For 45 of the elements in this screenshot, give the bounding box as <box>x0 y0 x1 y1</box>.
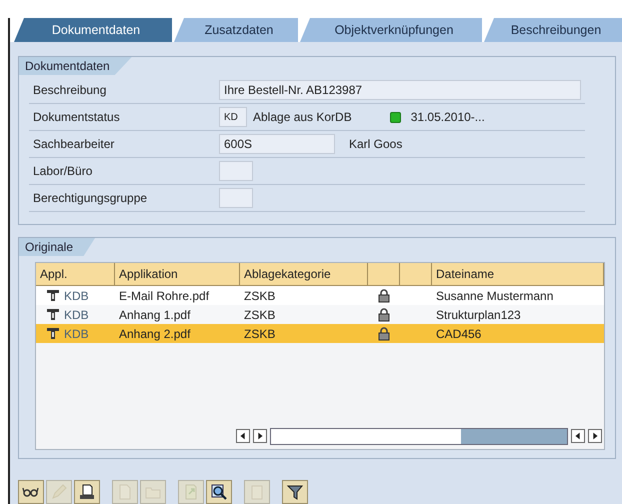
table-cell-text: CAD456 <box>435 326 482 342</box>
toolbar-button[interactable] <box>206 480 232 504</box>
input-field[interactable]: KD <box>219 107 247 127</box>
toolbar-button[interactable] <box>18 480 44 504</box>
column-header[interactable]: Appl. <box>36 263 115 286</box>
field-label: Dokumentstatus <box>32 110 121 124</box>
table-cell-text: ZSKB <box>243 306 276 324</box>
table-cell-text: Anhang 1.pdf <box>118 306 192 324</box>
table-cell-text: E-Mail Rohre.pdf <box>118 288 210 304</box>
column-header[interactable]: Dateiname <box>432 263 604 286</box>
input-field[interactable]: 600S <box>219 134 335 154</box>
input-field[interactable] <box>219 161 253 181</box>
magnifier-icon <box>209 482 229 502</box>
field-label: Beschreibung <box>32 83 108 97</box>
table-row[interactable]: KDB Anhang 2.pdf ZSKB CAD456 <box>36 324 604 343</box>
tab[interactable]: Zusatzdaten <box>174 18 298 42</box>
tab[interactable]: Beschreibungen <box>484 18 622 42</box>
field-label: Labor/Büro <box>32 164 94 178</box>
table-cell: KDB <box>36 324 115 343</box>
scrollbar[interactable] <box>270 428 568 444</box>
status-text: Ablage aus KorDB <box>253 110 352 124</box>
column-header[interactable]: Applikation <box>115 263 240 286</box>
input-field[interactable] <box>219 188 253 208</box>
person-name: Karl Goos <box>349 137 402 151</box>
toolbar-button[interactable] <box>282 480 308 504</box>
table-cell-text: Susanne Mustermann <box>435 288 554 304</box>
status-light-icon <box>390 112 401 122</box>
toolbar-button[interactable] <box>74 480 100 504</box>
status-date: 31.05.2010-... <box>410 110 485 124</box>
column-header[interactable]: Ablagekategorie <box>240 263 368 286</box>
table-cell: KDB <box>36 286 115 305</box>
input-field[interactable]: Ihre Bestell-Nr. AB123987 <box>219 80 581 100</box>
group-title: Originale <box>19 238 96 256</box>
table-cell-text: Anhang 2.pdf <box>118 326 192 342</box>
tab[interactable]: Dokumentdaten <box>14 18 172 42</box>
field-label: Sachbearbeiter <box>32 137 116 151</box>
group-title: Dokumentdaten <box>19 57 132 75</box>
pencil-icon <box>49 482 69 502</box>
field-label: Berechtigungsgruppe <box>32 191 148 205</box>
tab[interactable]: Objektverknüpfungen <box>300 18 482 42</box>
table-cell-text: ZSKB <box>243 326 276 342</box>
table-cell-text: Strukturplan123 <box>435 306 522 324</box>
table-cell: KDB <box>36 305 115 324</box>
table-row[interactable]: KDB E-Mail Rohre.pdf ZSKB Susanne Mustermann <box>36 286 604 305</box>
table-cell-text: ZSKB <box>243 288 276 304</box>
